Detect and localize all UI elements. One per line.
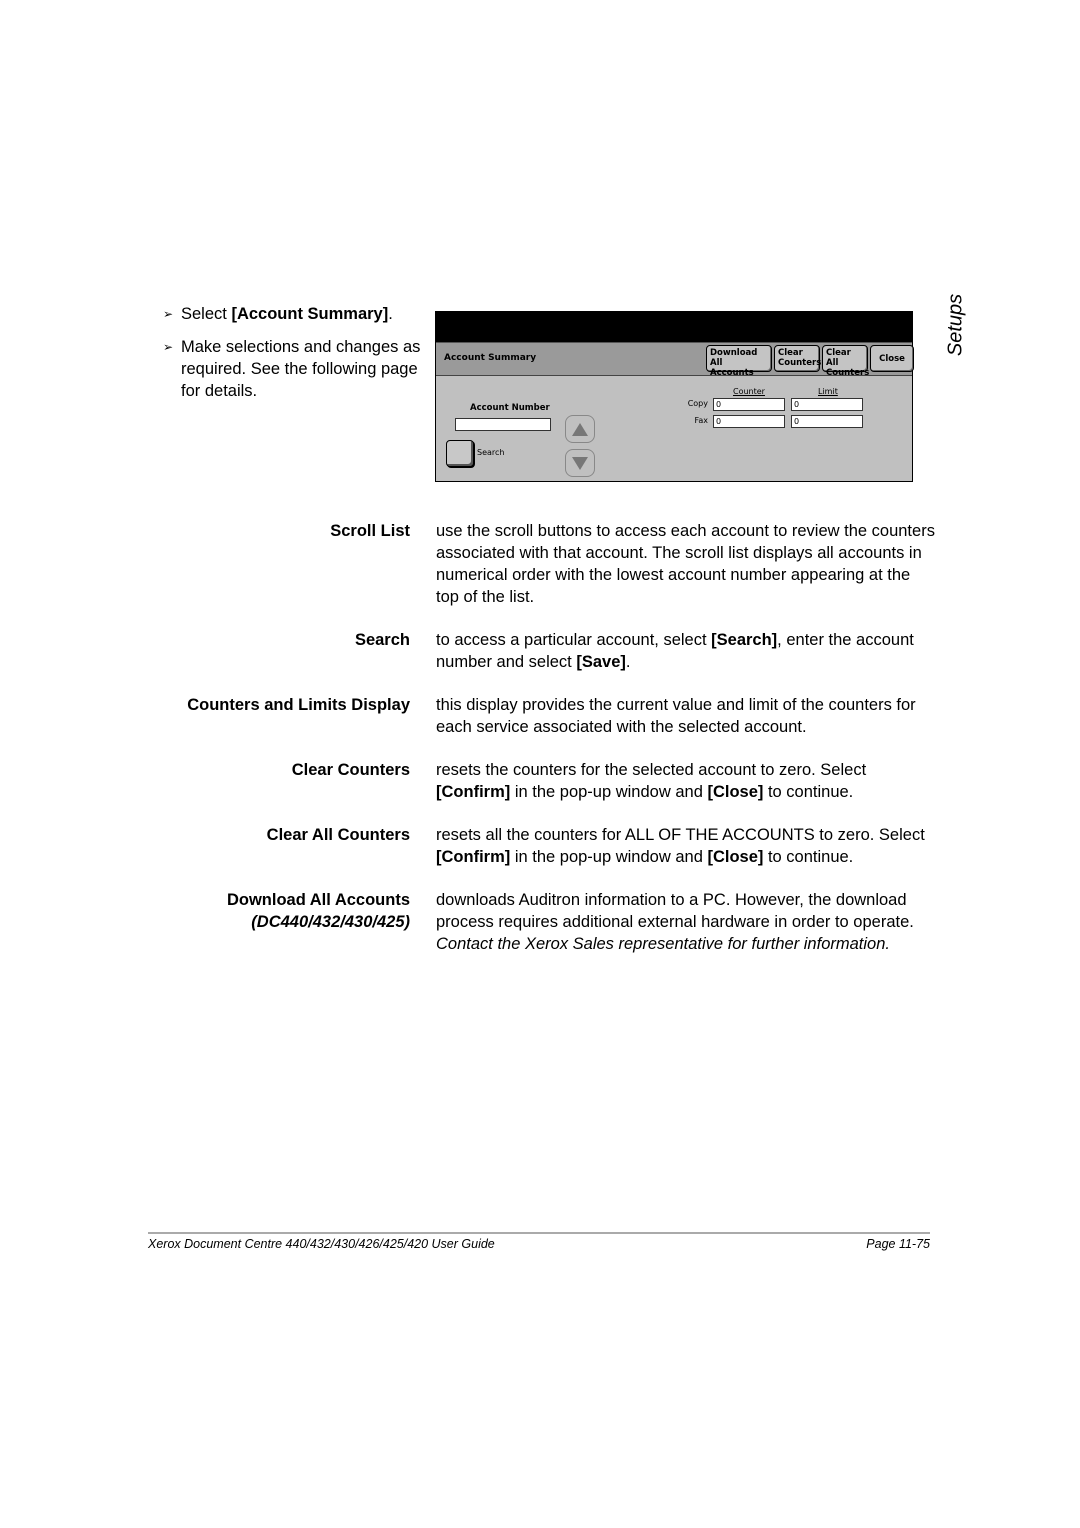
copy-row-label: Copy xyxy=(687,399,708,408)
term-model-note: (DC440/432/430/425) xyxy=(251,913,410,931)
section-tab: Setups xyxy=(936,285,976,365)
screen-title-bar: Account Summary Download All Accounts Cl… xyxy=(436,342,914,378)
italic-text: Contact the Xerox Sales representative f… xyxy=(436,935,890,953)
description: use the scroll buttons to access each ac… xyxy=(436,522,935,606)
bold-text: [Confirm] xyxy=(436,783,511,801)
bold-text: [Close] xyxy=(707,848,764,866)
step-select-account-summary: ➢ Select [Account Summary]. xyxy=(163,303,425,325)
arrow-up-icon xyxy=(572,422,588,436)
clear-counters-button[interactable]: Clear Counters xyxy=(774,345,822,372)
step-make-selections: ➢ Make selections and changes as require… xyxy=(163,336,425,402)
text: in the pop-up window and xyxy=(510,783,708,801)
description: to access a particular account, select [… xyxy=(436,629,936,673)
button-line: All Accounts xyxy=(710,358,754,378)
definition-download-all-accounts: Download All Accounts (DC440/432/430/425)… xyxy=(140,889,940,955)
fax-row-label: Fax xyxy=(694,416,708,425)
footer-guide-title: Xerox Document Centre 440/432/430/426/42… xyxy=(148,1237,495,1251)
scroll-down-button[interactable] xyxy=(565,449,595,477)
arrow-bullet-icon: ➢ xyxy=(163,307,174,321)
button-line: Download xyxy=(710,348,758,358)
term: Scroll List xyxy=(330,522,410,540)
footer-page-number: Page 11-75 xyxy=(866,1237,930,1251)
search-button-label: Search xyxy=(477,448,505,457)
button-line: Clear xyxy=(778,348,803,358)
arrow-down-icon xyxy=(572,456,588,470)
text: resets all the counters for ALL OF THE A… xyxy=(436,826,925,844)
description: this display provides the current value … xyxy=(436,696,916,736)
term: Counters and Limits Display xyxy=(187,696,410,714)
text: in the pop-up window and xyxy=(510,848,708,866)
text: to continue. xyxy=(763,783,854,801)
account-number-label: Account Number xyxy=(470,403,550,413)
description: downloads Auditron information to a PC. … xyxy=(436,889,936,955)
term-text: Download All Accounts xyxy=(226,891,410,909)
text: to continue. xyxy=(763,848,854,866)
description: resets the counters for the selected acc… xyxy=(436,759,936,803)
limit-column-header: Limit xyxy=(818,387,838,396)
counter-column-header: Counter xyxy=(733,387,765,396)
text: resets the counters for the selected acc… xyxy=(436,761,867,779)
screen-header-bar xyxy=(436,312,912,342)
step-prefix: Select xyxy=(181,305,232,323)
definition-clear-counters: Clear Counters resets the counters for t… xyxy=(140,759,940,803)
text: to access a particular account, select xyxy=(436,631,712,649)
fax-limit-field[interactable]: 0 xyxy=(791,415,863,428)
clear-all-counters-button[interactable]: Clear All Counters xyxy=(822,345,869,378)
copy-limit-field[interactable]: 0 xyxy=(791,398,863,411)
bold-text: [Search] xyxy=(711,631,778,649)
description: resets all the counters for ALL OF THE A… xyxy=(436,824,936,868)
step-text: Make selections and changes as required.… xyxy=(181,338,421,400)
bold-text: [Confirm] xyxy=(436,848,511,866)
account-number-input[interactable] xyxy=(455,418,551,431)
button-line: Counters xyxy=(778,358,822,368)
close-button[interactable]: Close xyxy=(870,345,914,372)
step-bold: [Account Summary] xyxy=(231,305,389,323)
button-line: Clear All xyxy=(826,348,851,368)
term: Clear All Counters xyxy=(266,826,410,844)
fax-counter-field[interactable]: 0 xyxy=(713,415,785,428)
text: . xyxy=(625,653,631,671)
footer-divider xyxy=(148,1232,930,1234)
account-summary-screen: Account Summary Download All Accounts Cl… xyxy=(435,311,914,482)
definition-list: Scroll List use the scroll buttons to ac… xyxy=(140,520,940,976)
term: Search xyxy=(354,631,410,649)
definition-clear-all-counters: Clear All Counters resets all the counte… xyxy=(140,824,940,868)
term: Clear Counters xyxy=(291,761,410,779)
definition-counters-limits: Counters and Limits Display this display… xyxy=(140,694,940,738)
search-button[interactable] xyxy=(446,440,474,467)
arrow-bullet-icon: ➢ xyxy=(163,340,174,354)
screen-title: Account Summary xyxy=(444,353,537,363)
term: Download All Accounts (DC440/432/430/425) xyxy=(140,889,410,933)
definition-scroll-list: Scroll List use the scroll buttons to ac… xyxy=(140,520,940,608)
bold-text: [Close] xyxy=(707,783,764,801)
section-tab-label: Setups xyxy=(944,293,967,357)
text: downloads Auditron information to a PC. … xyxy=(436,891,914,931)
bold-text: [Save] xyxy=(576,653,626,671)
scroll-up-button[interactable] xyxy=(565,415,595,443)
download-all-accounts-button[interactable]: Download All Accounts xyxy=(706,345,772,378)
copy-counter-field[interactable]: 0 xyxy=(713,398,785,411)
step-suffix: . xyxy=(388,305,393,323)
button-line: Counters xyxy=(826,368,870,378)
definition-search: Search to access a particular account, s… xyxy=(140,629,940,673)
intro-steps: ➢ Select [Account Summary]. ➢ Make selec… xyxy=(163,303,425,413)
